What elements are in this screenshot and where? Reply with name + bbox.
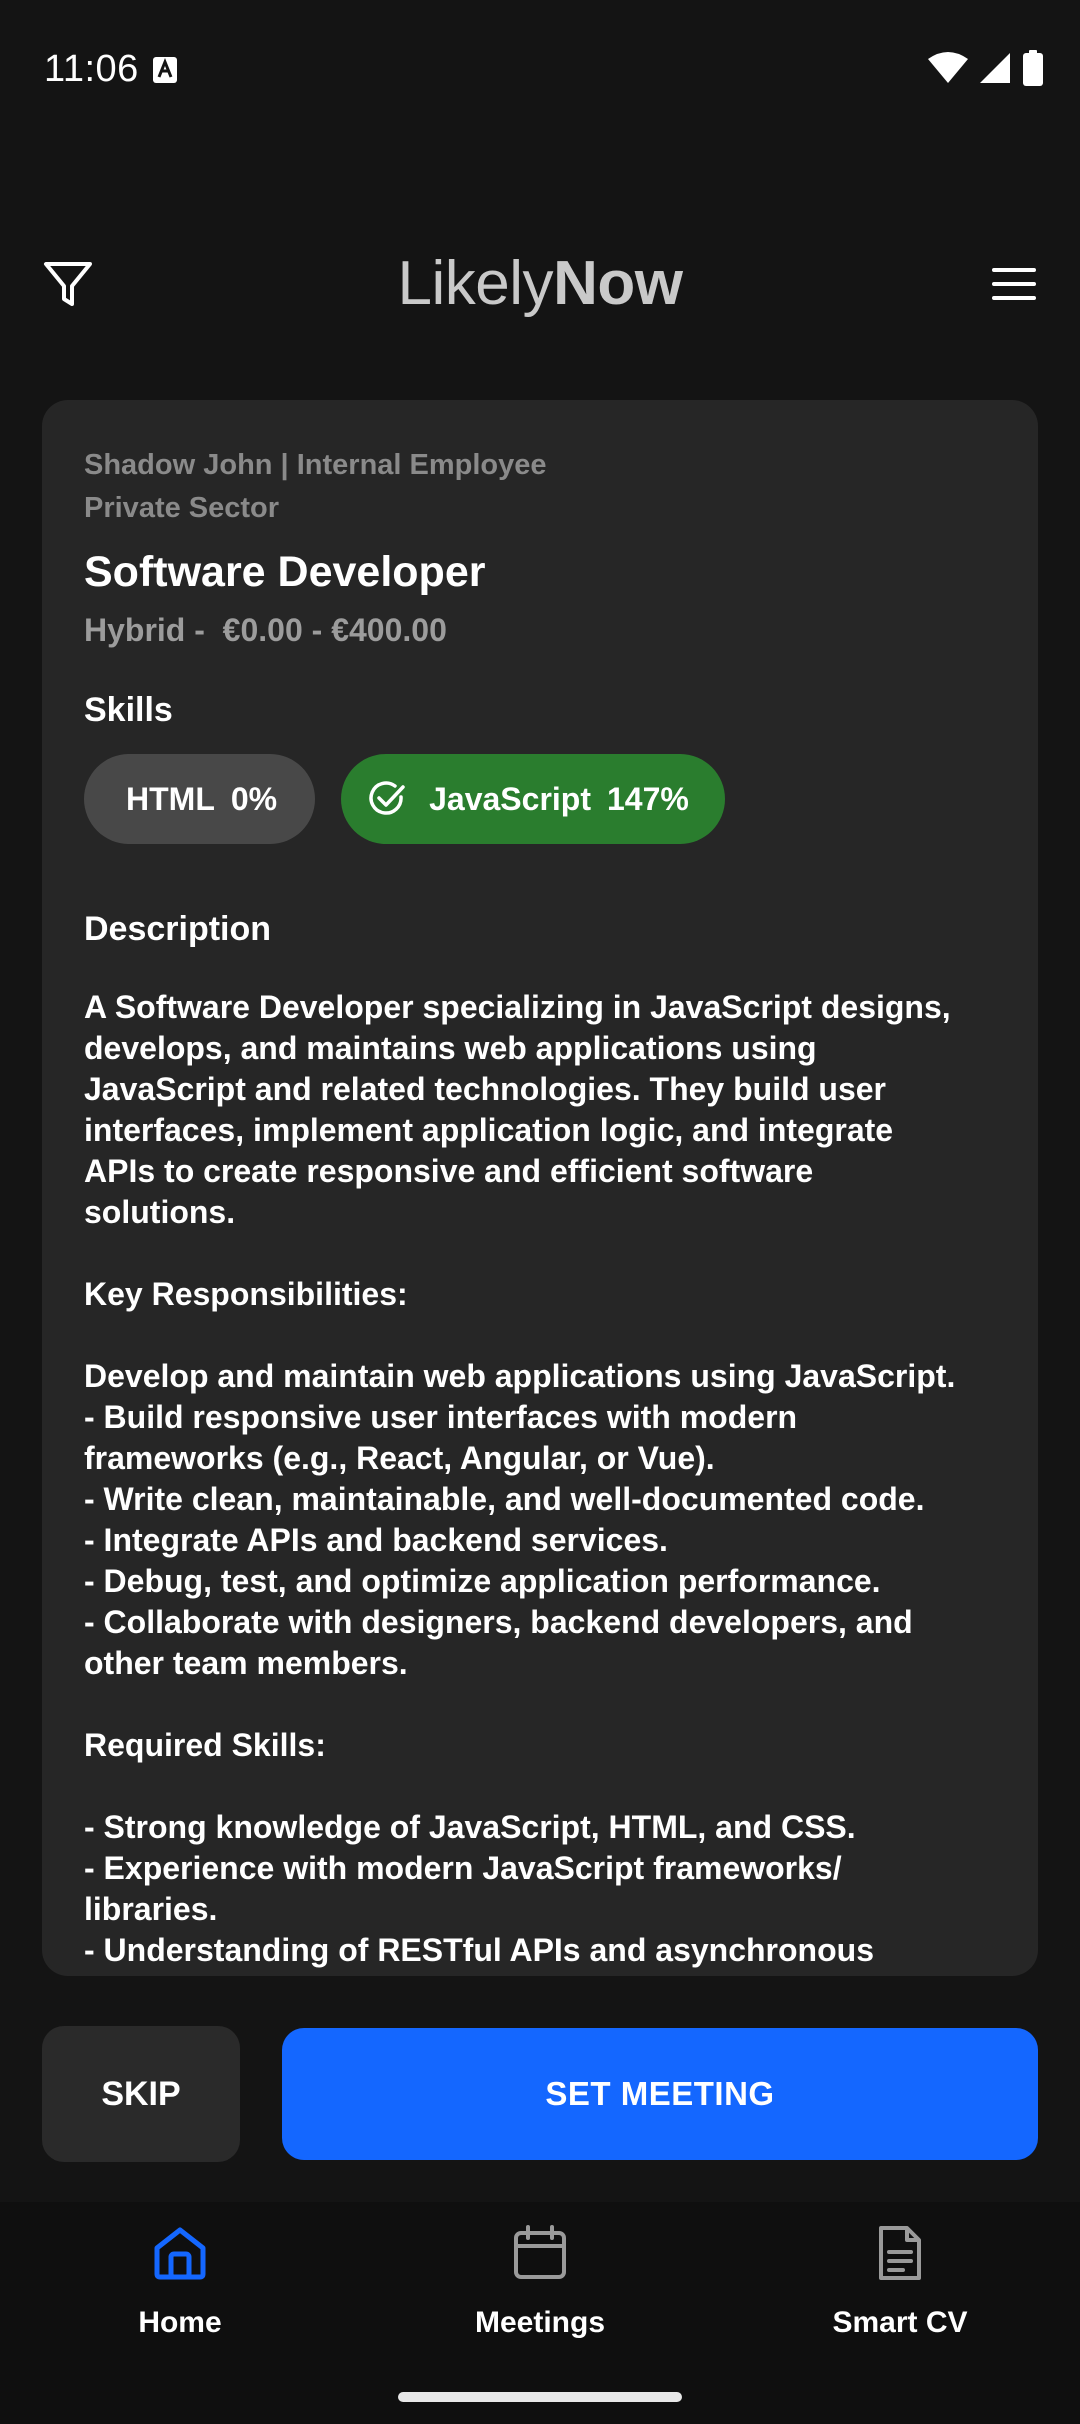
app-header: LikelyNow — [0, 240, 1080, 330]
skills-list: HTML 0% JavaScript 147% — [84, 754, 1004, 844]
logo-bold-text: Now — [553, 249, 683, 318]
skill-chip-javascript[interactable]: JavaScript 147% — [341, 754, 725, 844]
action-bar: SKIP SET MEETING — [42, 2026, 1038, 2162]
skills-heading: Skills — [84, 691, 173, 729]
calendar-icon — [514, 2225, 566, 2279]
keyboard-a-icon — [153, 57, 177, 83]
nav-item-home[interactable]: Home — [30, 2224, 330, 2340]
description-heading: Description — [84, 910, 272, 948]
gesture-home-bar[interactable] — [398, 2392, 682, 2402]
job-meta: Hybrid - €0.00 - €400.00 — [84, 612, 447, 648]
company-line: Shadow John | Internal Employee — [84, 449, 547, 481]
nav-label-meetings: Meetings — [474, 2306, 606, 2339]
sector-line: Private Sector — [84, 492, 280, 524]
menu-icon[interactable] — [990, 264, 1038, 304]
document-icon — [879, 2226, 921, 2280]
check-circle-icon — [369, 781, 405, 815]
signal-icon — [980, 53, 1010, 83]
skill-match: 0% — [230, 780, 278, 817]
status-bar: 11:06 — [0, 0, 1080, 140]
skill-name: JavaScript — [429, 780, 591, 817]
nav-item-smart-cv[interactable]: Smart CV — [750, 2224, 1050, 2340]
nav-label-home: Home — [138, 2306, 222, 2339]
nav-item-meetings[interactable]: Meetings — [390, 2224, 690, 2340]
wifi-icon — [928, 52, 968, 83]
job-card[interactable]: Shadow John | Internal Employee Private … — [42, 400, 1038, 1976]
job-title: Software Developer — [84, 548, 486, 596]
battery-icon — [1023, 50, 1043, 86]
skill-chip-html[interactable]: HTML 0% — [84, 754, 316, 844]
bottom-navigation: Home Meetings Smart CV — [0, 2202, 1080, 2424]
app-logo: LikelyNow — [0, 248, 1080, 319]
status-time: 11:06 — [44, 48, 139, 90]
home-icon — [154, 2227, 206, 2280]
logo-light-text: Likely — [397, 249, 554, 318]
description-text: A Software Developer specializing in Jav… — [84, 989, 956, 1968]
nav-label-smart-cv: Smart CV — [832, 2306, 968, 2339]
set-meeting-button[interactable]: SET MEETING — [282, 2028, 1038, 2160]
skill-match: 147% — [606, 780, 689, 817]
skip-button[interactable]: SKIP — [42, 2026, 240, 2162]
skill-name: HTML — [126, 780, 215, 817]
